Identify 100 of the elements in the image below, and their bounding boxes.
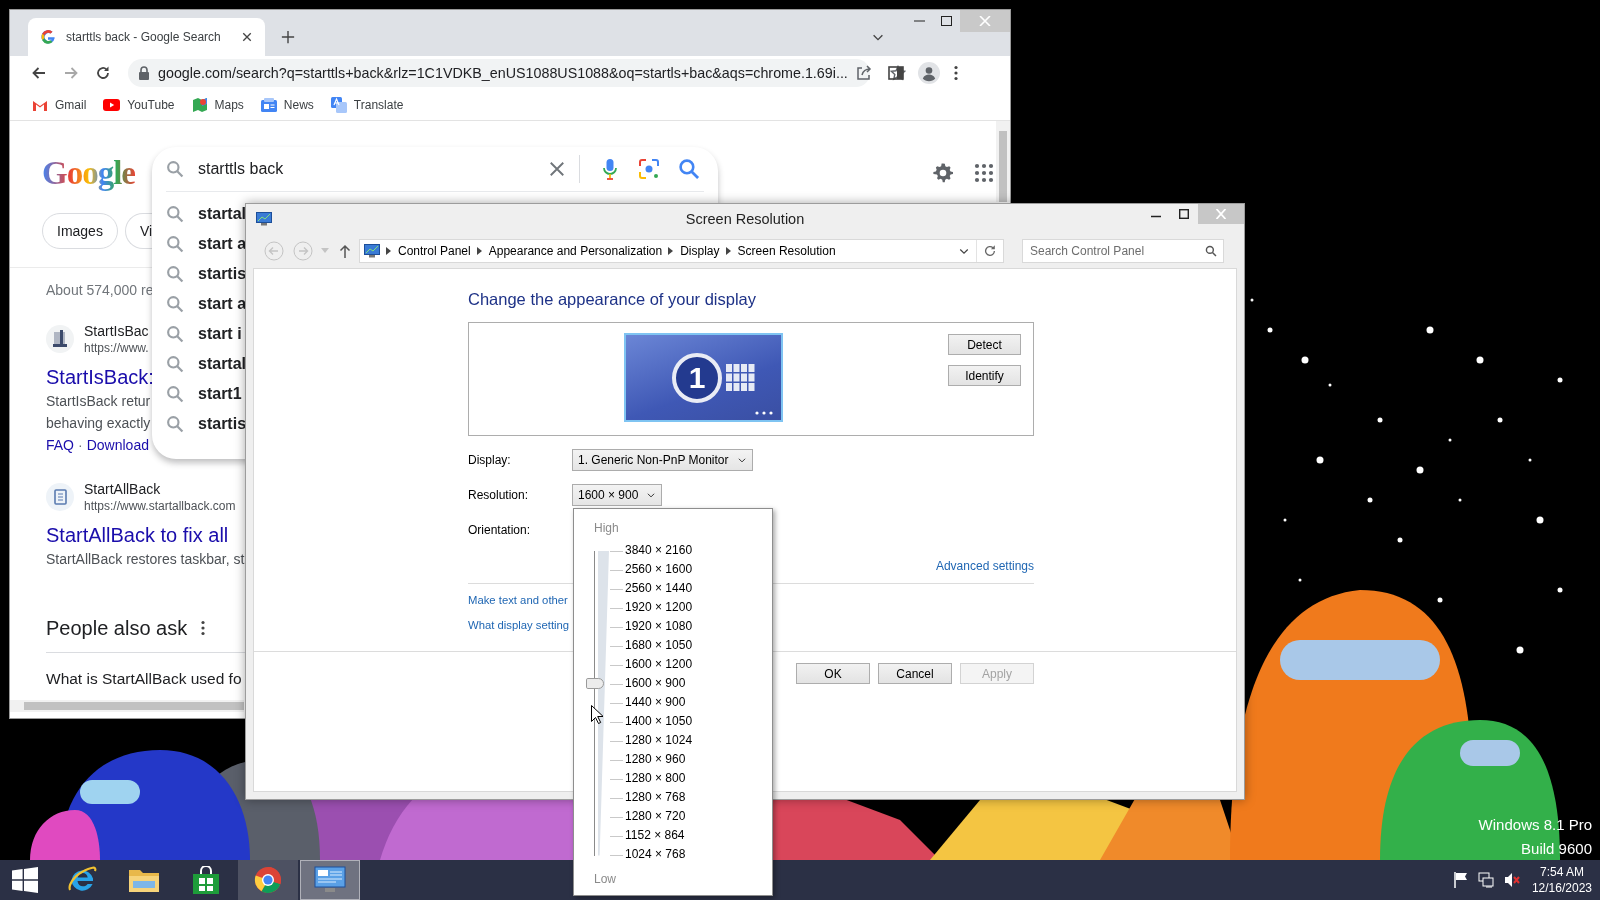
- suggestion-item[interactable]: start1: [198, 385, 242, 403]
- monitor-preview[interactable]: 1: [624, 333, 783, 422]
- bookmark-link[interactable]: Maps: [214, 98, 244, 112]
- apps-grid-icon[interactable]: [974, 163, 994, 183]
- search-query: starttls back: [198, 160, 285, 178]
- search-icon: [166, 325, 184, 343]
- camera-lens-icon[interactable]: [638, 158, 660, 180]
- scrollbar-thumb[interactable]: [24, 702, 244, 710]
- clear-icon[interactable]: [547, 159, 567, 179]
- search-icon: [166, 295, 184, 313]
- bookmark-link[interactable]: YouTube: [127, 98, 175, 112]
- dropdown[interactable]: 1600 × 900: [572, 484, 663, 506]
- suggestion-item[interactable]: startal: [198, 205, 247, 223]
- resolution-option[interactable]: 1024 × 768: [625, 845, 693, 864]
- sitelink[interactable]: FAQ: [46, 434, 74, 456]
- scrollbar-thumb[interactable]: [999, 131, 1007, 202]
- breadcrumb-item[interactable]: Display: [680, 244, 720, 258]
- mail-icon: [32, 98, 48, 112]
- tab-title: starttls back - Google Search: [66, 30, 222, 44]
- windows-logo-icon[interactable]: [12, 867, 38, 893]
- question-text[interactable]: What is StartAllBack used fo: [46, 669, 242, 689]
- lock-icon: [138, 66, 150, 80]
- dialog-button[interactable]: Cancel: [878, 663, 952, 684]
- flag-icon[interactable]: [1453, 872, 1468, 888]
- suggestion-item[interactable]: startis: [198, 265, 247, 283]
- resolution-option[interactable]: 1600 × 1200: [625, 655, 693, 674]
- search-icon: [166, 205, 184, 223]
- bookmark-link[interactable]: Translate: [353, 98, 404, 112]
- shopping-bag-icon: [193, 866, 219, 894]
- clock[interactable]: 7:54 AM 12/16/2023: [1531, 864, 1592, 896]
- taskbar-button[interactable]: [300, 860, 360, 900]
- section-heading: People also ask: [46, 616, 188, 640]
- microphone-icon[interactable]: [602, 158, 618, 180]
- favicon-icon: [40, 29, 56, 45]
- slider-thumb[interactable]: [586, 678, 604, 689]
- address-bar[interactable]: Control Panel Appearance and Personalization Display Screen Resolution: [359, 239, 1004, 263]
- new-tab-icon[interactable]: [281, 30, 295, 44]
- suggestion-item[interactable]: startal: [198, 355, 247, 373]
- clock-time: 7:54 AM: [1539, 864, 1584, 880]
- breadcrumb-item[interactable]: Appearance and Personalization: [488, 244, 663, 258]
- more-menu-icon[interactable]: [954, 65, 958, 81]
- up-arrow-icon[interactable]: [339, 244, 351, 258]
- scrollbar[interactable]: [996, 121, 1010, 202]
- monitor-button[interactable]: Detect: [948, 334, 1021, 355]
- profile-icon[interactable]: [918, 62, 940, 84]
- resolution-option[interactable]: 1280 × 1024: [625, 731, 693, 750]
- monitor-button[interactable]: Identify: [948, 365, 1021, 386]
- help-link[interactable]: What display setting: [468, 619, 570, 631]
- site-url: https://www.: [84, 340, 149, 356]
- resolution-option[interactable]: 1280 × 720: [625, 807, 693, 826]
- resolution-option[interactable]: 2560 × 1600: [625, 560, 693, 579]
- sitelink[interactable]: Download: [86, 434, 149, 456]
- dropdown-value: 1600 × 900: [578, 488, 639, 502]
- field-label: Display:: [468, 453, 512, 467]
- suggestion-item[interactable]: startis: [198, 415, 247, 433]
- speaker-muted-icon[interactable]: [1503, 872, 1520, 888]
- newspaper-icon: [260, 98, 277, 112]
- share-icon[interactable]: [855, 65, 872, 81]
- resolution-option[interactable]: 2560 × 1440: [625, 579, 693, 598]
- resolution-option[interactable]: 1920 × 1200: [625, 598, 693, 617]
- network-icon[interactable]: [1477, 872, 1494, 888]
- result-title-link[interactable]: StartAllBack to fix all: [46, 522, 229, 548]
- resolution-option[interactable]: 1280 × 800: [625, 769, 693, 788]
- search-icon[interactable]: [678, 158, 700, 180]
- mouse-pointer-icon: [591, 705, 603, 724]
- keypad-icon: [726, 363, 756, 392]
- help-link[interactable]: Make text and other: [468, 594, 568, 606]
- result-snippet: StartAllBack restores taskbar, st: [46, 550, 245, 569]
- page-heading: Change the appearance of your display: [468, 289, 758, 310]
- breadcrumb-item[interactable]: Screen Resolution: [737, 244, 836, 258]
- resolution-option[interactable]: 1152 × 864: [625, 826, 693, 845]
- resolution-option[interactable]: 1680 × 1050: [625, 636, 693, 655]
- breadcrumb-item[interactable]: Control Panel: [398, 244, 471, 258]
- resolution-option[interactable]: 1400 × 1050: [625, 712, 693, 731]
- resolution-option[interactable]: 1600 × 900: [625, 674, 693, 693]
- resolution-option[interactable]: 3840 × 2160: [625, 541, 693, 560]
- search-field[interactable]: Search Control Panel: [1022, 239, 1224, 263]
- resolution-option[interactable]: 1280 × 768: [625, 788, 693, 807]
- resolution-option[interactable]: 1280 × 960: [625, 750, 693, 769]
- settings-icon[interactable]: [932, 162, 954, 184]
- search-icon: [166, 160, 184, 178]
- close-icon[interactable]: [241, 31, 253, 43]
- advanced-settings-link[interactable]: Advanced settings: [935, 559, 1034, 573]
- result-title-link[interactable]: StartIsBack:: [46, 364, 154, 390]
- more-menu-icon[interactable]: [201, 620, 206, 636]
- bookmark-link[interactable]: Gmail: [55, 98, 87, 112]
- browser-tab[interactable]: starttls back - Google Search: [28, 18, 265, 56]
- suggestion-item[interactable]: start a: [198, 235, 247, 253]
- refresh-icon[interactable]: [983, 244, 997, 258]
- filter-chip[interactable]: Vi: [124, 213, 155, 249]
- version-text: Build 9600: [1521, 839, 1592, 859]
- suggestion-item[interactable]: start a: [198, 295, 247, 313]
- bookmark-link[interactable]: News: [283, 98, 314, 112]
- dialog-button[interactable]: OK: [796, 663, 870, 684]
- filter-chip[interactable]: Images: [42, 213, 118, 249]
- suggestion-item[interactable]: start i: [198, 325, 242, 343]
- dropdown[interactable]: 1. Generic Non-PnP Monitor: [572, 449, 753, 471]
- resolution-option[interactable]: 1920 × 1080: [625, 617, 693, 636]
- resolution-option[interactable]: 1440 × 900: [625, 693, 693, 712]
- scrollbar[interactable]: [10, 700, 244, 712]
